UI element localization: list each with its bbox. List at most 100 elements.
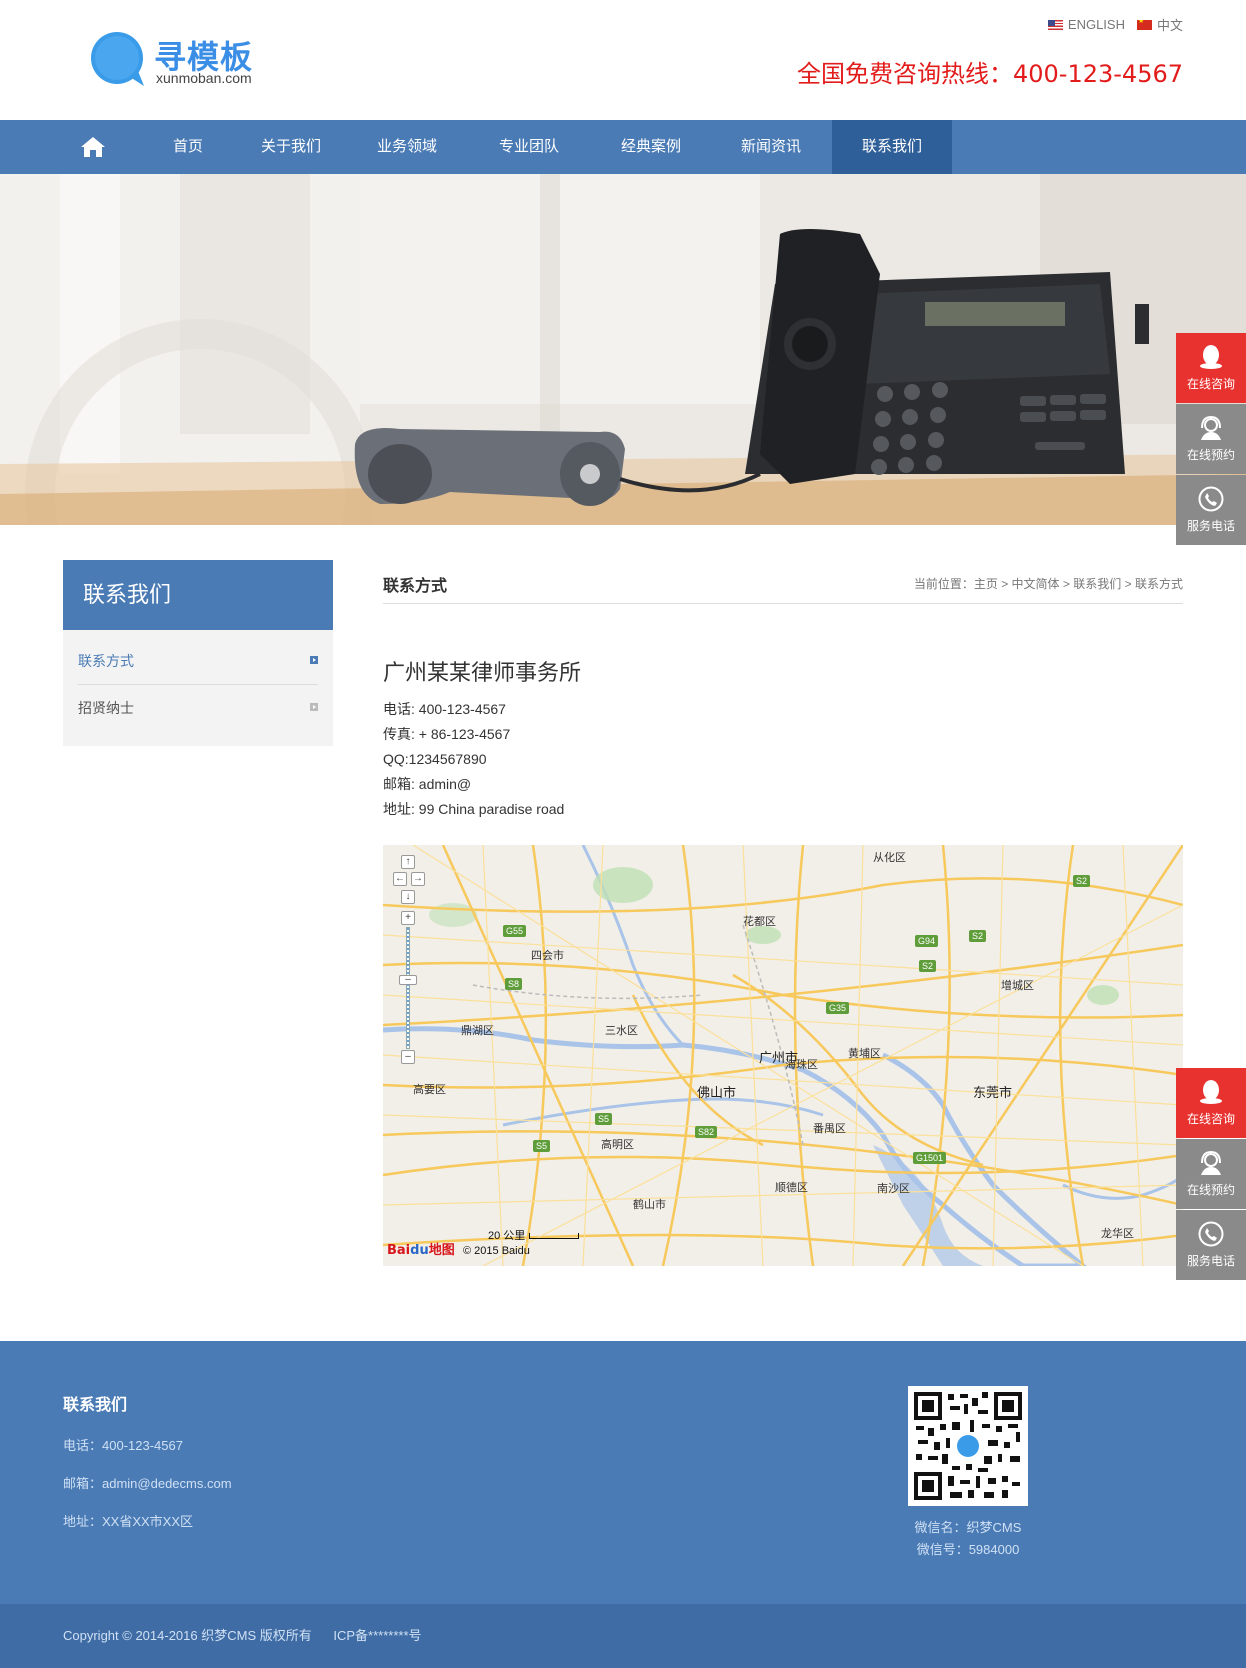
footer-title: 联系我们 [63,1397,128,1414]
footer-email[interactable]: 邮箱：admin@dedecms.com [63,1473,232,1492]
map-label: 从化区 [873,852,906,864]
sidebar-item-recruitment[interactable]: 招贤纳士 [78,684,318,730]
map-label: 鹤山市 [633,1199,666,1211]
breadcrumb-separator: > [1062,577,1070,591]
map-zoom-slider-track[interactable] [406,927,410,1049]
site-logo[interactable]: 寻模板 xunmoban.com [90,30,270,90]
site-header: 寻模板 xunmoban.com ENGLISH 中文 全国免费咨询热线：400… [0,0,1246,120]
map-zoom-out-button[interactable]: – [401,1050,415,1064]
highway-shield: S5 [533,1140,551,1152]
map-copyright: © 2015 Baidu [463,1245,530,1257]
map-label: 南沙区 [877,1183,910,1195]
online-consult-button[interactable]: 在线咨询 [1176,333,1246,403]
map-pan-left-button[interactable]: ← [393,872,407,886]
map-pan-down-button[interactable]: ↓ [401,890,415,904]
headset-icon [1201,415,1221,440]
map-label: 高明区 [601,1139,634,1151]
nav-item-about[interactable]: 关于我们 [236,120,346,174]
us-flag-icon [1047,19,1063,30]
home-icon[interactable] [80,135,106,159]
service-phone-button[interactable]: 服务电话 [1176,475,1246,545]
highway-shield: S8 [505,978,523,990]
floating-service-panel-bottom: 在线咨询 在线预约 服务电话 [1176,1068,1246,1281]
highway-shield: S82 [695,1126,718,1138]
china-flag-icon [1136,19,1152,30]
qq-penguin-icon [1200,345,1222,369]
map-pan-up-button[interactable]: ↑ [401,855,415,869]
map-pan-right-button[interactable]: → [411,872,425,886]
nav-item-home[interactable]: 首页 [138,120,238,174]
highway-shield: G1501 [913,1152,947,1164]
contact-fax: 传真: + 86-123-4567 [383,726,511,742]
map-scale-bar [529,1233,580,1239]
qr-code-icon [912,1390,1024,1502]
highway-shield: S2 [969,930,987,942]
sidebar-item-label: 联系方式 [78,653,134,669]
map-scale-label: 20 公里 [488,1230,526,1242]
service-phone-label: 服务电话 [1186,519,1235,533]
wechat-id: 微信号：5984000 [916,1542,1020,1557]
map-label: 海珠区 [785,1059,818,1071]
wechat-name: 微信名：织梦CMS [914,1520,1022,1535]
footer-phone: 电话：400-123-4567 [63,1438,183,1453]
icp-link[interactable]: ICP备********号 [333,1628,421,1643]
breadcrumb-contact[interactable]: 联系我们 [1073,577,1121,591]
highway-shield: G35 [826,1002,850,1014]
breadcrumb: 当前位置：主页 > 中文简体 > 联系我们 > 联系方式 [914,575,1183,592]
service-phone-label: 服务电话 [1186,1254,1235,1268]
headset-icon [1201,1150,1221,1175]
nav-item-contact[interactable]: 联系我们 [832,120,952,174]
map-label: 花都区 [743,916,776,928]
nav-item-team[interactable]: 专业团队 [474,120,584,174]
online-consult-label: 在线咨询 [1186,377,1235,391]
highway-shield: G94 [915,935,939,947]
arrow-right-icon [310,703,318,711]
service-phone-button[interactable]: 服务电话 [1176,1210,1246,1280]
hero-banner [0,174,1246,525]
contact-email: 邮箱: admin@ [383,776,472,792]
highway-shield: S2 [919,960,937,972]
baidu-logo-text: Bai [387,1243,411,1258]
map-label: 三水区 [605,1025,638,1037]
nav-item-business[interactable]: 业务领域 [352,120,462,174]
breadcrumb-prefix: 当前位置： [913,577,974,591]
online-booking-label: 在线预约 [1186,448,1235,462]
contact-qq: QQ:1234567890 [383,751,487,767]
map-label: 顺德区 [775,1182,808,1194]
map-label: 番禺区 [813,1123,846,1135]
map-label: 四会市 [531,950,564,962]
online-booking-button[interactable]: 在线预约 [1176,1139,1246,1209]
lang-chinese-link[interactable]: 中文 [1136,15,1183,34]
highway-shield: G55 [503,925,527,937]
map-zoom-slider-handle[interactable]: – [399,975,417,985]
breadcrumb-current[interactable]: 联系方式 [1135,577,1183,591]
contact-phone: 电话: 400-123-4567 [383,701,506,717]
nav-item-cases[interactable]: 经典案例 [596,120,706,174]
baidu-map[interactable]: ↑ ← → ↓ + – – 从化区 花都区 四会市 增城区 鼎湖区 三水区 广州… [383,845,1183,1266]
map-label: 龙华区 [1101,1228,1134,1240]
copyright-text: Copyright © 2014-2016 织梦CMS 版权所有 [63,1628,312,1643]
page-title: 联系方式 [383,578,448,595]
lang-english-link[interactable]: ENGLISH [1047,17,1125,32]
sidebar-item-contact-info[interactable]: 联系方式 [78,638,318,684]
lang-english-label: ENGLISH [1067,17,1125,32]
map-scale: 20 公里 [488,1227,580,1243]
qq-penguin-icon [1200,1080,1222,1104]
map-label: 黄埔区 [848,1048,881,1060]
logo-url: xunmoban.com [156,70,252,86]
copyright-bar: Copyright © 2014-2016 织梦CMS 版权所有 ICP备***… [0,1604,1246,1668]
map-label: 鼎湖区 [461,1025,494,1037]
breadcrumb-home[interactable]: 主页 [974,577,998,591]
phone-icon [1198,486,1224,512]
arrow-right-icon [310,656,318,664]
nav-item-news[interactable]: 新闻资讯 [716,120,826,174]
content-header: 联系方式 当前位置：主页 > 中文简体 > 联系我们 > 联系方式 [383,570,1183,604]
map-label: 增城区 [1001,980,1034,992]
breadcrumb-lang[interactable]: 中文简体 [1012,577,1060,591]
online-consult-button[interactable]: 在线咨询 [1176,1068,1246,1138]
online-booking-button[interactable]: 在线预约 [1176,404,1246,474]
baidu-map-logo[interactable]: Baidu地图 [387,1239,455,1258]
map-zoom-in-button[interactable]: + [401,911,415,925]
highway-shield: S2 [1073,875,1091,887]
highway-shield: S5 [595,1113,613,1125]
